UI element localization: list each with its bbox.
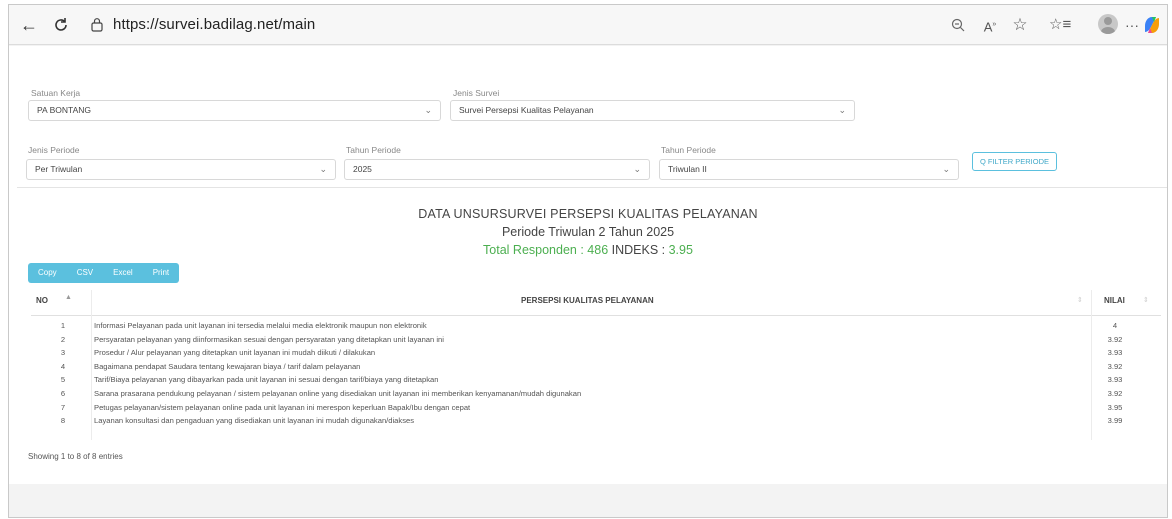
- row-desc: Petugas pelayanan/sistem pelayanan onlin…: [94, 402, 471, 412]
- table-info: Showing 1 to 8 of 8 entries: [28, 452, 123, 461]
- address-bar[interactable]: https://survei.badilag.net/main: [83, 11, 1043, 39]
- filter-periode-button[interactable]: Q FILTER PERIODE: [972, 152, 1057, 171]
- row-desc: Tarif/Biaya pelayanan yang dibayarkan pa…: [94, 375, 439, 385]
- jenis-periode-value: Per Triwulan: [35, 164, 83, 174]
- row-nilai: 3.99: [1107, 416, 1123, 426]
- jenis-survei-select[interactable]: Survei Persepsi Kualitas Pelayanan ⌄: [450, 100, 855, 121]
- browser-window: ← https://survei.badilag.net/main A» ☆ ☆…: [8, 4, 1168, 518]
- divider: [17, 187, 1167, 188]
- jenis-survei-value: Survei Persepsi Kualitas Pelayanan: [459, 105, 594, 115]
- refresh-icon[interactable]: [49, 13, 73, 37]
- triwulan-label: Tahun Periode: [661, 145, 716, 155]
- row-desc: Informasi Pelayanan pada unit layanan in…: [94, 321, 427, 330]
- export-button-group: Copy CSV Excel Print: [28, 263, 180, 283]
- jenis-survei-label: Jenis Survei: [453, 88, 500, 98]
- csv-button[interactable]: CSV: [67, 263, 103, 283]
- back-arrow-icon[interactable]: ←: [17, 13, 41, 37]
- profile-avatar[interactable]: [1098, 14, 1118, 34]
- chevron-down-icon: ⌄: [319, 164, 327, 174]
- responden-label: Total Responden :: [483, 243, 588, 257]
- column-header-nilai[interactable]: NILAI: [1104, 286, 1125, 316]
- table-row: 1 Informasi Pelayanan pada unit layanan …: [31, 321, 1161, 335]
- row-nilai: 3.93: [1107, 348, 1123, 358]
- excel-button[interactable]: Excel: [103, 263, 143, 283]
- indeks-label: INDEKS :: [608, 243, 669, 257]
- table-row: 4 Bagaimana pendapat Saudara tentang kew…: [31, 362, 1161, 376]
- tahun-periode-value: 2025: [353, 164, 372, 174]
- row-nilai: 3.95: [1107, 402, 1123, 412]
- chevron-down-icon: ⌄: [633, 164, 641, 174]
- lock-icon[interactable]: [90, 17, 104, 32]
- column-header-no[interactable]: NO: [36, 286, 48, 316]
- jenis-periode-label: Jenis Periode: [28, 145, 80, 155]
- row-nilai: 4: [1112, 321, 1118, 330]
- table-row: 5 Tarif/Biaya pelayanan yang dibayarkan …: [31, 375, 1161, 389]
- copy-button[interactable]: Copy: [28, 263, 67, 283]
- chevron-down-icon: ⌄: [838, 105, 846, 115]
- row-no: 6: [60, 389, 66, 398]
- row-nilai: 3.92: [1107, 389, 1123, 398]
- row-no: 2: [60, 334, 66, 344]
- table-row: 6 Sarana prasarana pendukung pelayanan /…: [31, 389, 1161, 403]
- table-row: 3 Prosedur / Alur pelayanan yang ditetap…: [31, 348, 1161, 362]
- browser-toolbar: ← https://survei.badilag.net/main A» ☆ ☆…: [9, 5, 1167, 45]
- zoom-icon[interactable]: [947, 13, 969, 37]
- indeks-value: 3.95: [668, 243, 693, 257]
- satuan-kerja-value: PA BONTANG: [37, 105, 92, 115]
- web-page: Satuan Kerja PA BONTANG ⌄ Jenis Survei S…: [9, 46, 1167, 484]
- table-row: 2 Persyaratan pelayanan yang diinformasi…: [31, 335, 1161, 349]
- tahun-periode-label: Tahun Periode: [346, 145, 401, 155]
- favorites-list-icon[interactable]: ☆≡: [1049, 13, 1071, 37]
- table-row: 8 Layanan konsultasi dan pengaduan yang …: [31, 416, 1161, 430]
- survey-period: Periode Triwulan 2 Tahun 2025: [501, 225, 675, 239]
- sort-icon[interactable]: ⇕: [1077, 296, 1083, 304]
- row-nilai: 3.92: [1107, 334, 1123, 344]
- survey-title: DATA UNSURSURVEI PERSEPSI KUALITAS PELAY…: [418, 207, 758, 221]
- row-desc: Prosedur / Alur pelayanan yang ditetapka…: [94, 348, 376, 358]
- satuan-kerja-select[interactable]: PA BONTANG ⌄: [28, 100, 441, 121]
- row-desc: Persyaratan pelayanan yang diinformasika…: [94, 334, 444, 344]
- row-desc: Bagaimana pendapat Saudara tentang kewaj…: [94, 361, 361, 371]
- row-no: 7: [60, 402, 66, 412]
- chevron-down-icon: ⌄: [424, 105, 432, 115]
- row-no: 1: [60, 321, 66, 330]
- satuan-kerja-label: Satuan Kerja: [31, 88, 81, 98]
- chevron-down-icon: ⌄: [942, 164, 950, 174]
- row-no: 4: [60, 361, 66, 371]
- favorite-star-icon[interactable]: ☆: [1009, 13, 1031, 37]
- print-button[interactable]: Print: [143, 263, 179, 283]
- row-desc: Sarana prasarana pendukung pelayanan / s…: [94, 389, 582, 398]
- row-nilai: 3.93: [1107, 375, 1123, 385]
- read-aloud-icon[interactable]: A»: [979, 13, 1001, 37]
- column-header-persepsi[interactable]: PERSEPSI KUALITAS PELAYANAN: [521, 286, 654, 316]
- sort-asc-icon[interactable]: ▲: [65, 294, 72, 301]
- tahun-periode-select[interactable]: 2025 ⌄: [344, 159, 650, 180]
- row-nilai: 3.92: [1107, 361, 1123, 371]
- row-no: 5: [60, 375, 66, 385]
- triwulan-value: Triwulan II: [668, 164, 707, 174]
- survey-totals: Total Responden : 486 INDEKS : 3.95: [9, 243, 1167, 257]
- jenis-periode-select[interactable]: Per Triwulan ⌄: [26, 159, 336, 180]
- triwulan-select[interactable]: Triwulan II ⌄: [659, 159, 959, 180]
- url-text[interactable]: https://survei.badilag.net/main: [113, 16, 315, 33]
- responden-value: 486: [587, 243, 609, 257]
- more-menu-icon[interactable]: ···: [1121, 13, 1143, 37]
- sort-icon[interactable]: ⇕: [1143, 296, 1149, 304]
- row-desc: Layanan konsultasi dan pengaduan yang di…: [94, 416, 415, 426]
- row-no: 8: [60, 416, 66, 426]
- row-no: 3: [60, 348, 66, 358]
- table-row: 7 Petugas pelayanan/sistem pelayanan onl…: [31, 403, 1161, 417]
- copilot-icon[interactable]: [1141, 14, 1163, 36]
- table-header: NO ▲ PERSEPSI KUALITAS PELAYANAN ⇕ NILAI…: [31, 286, 1161, 440]
